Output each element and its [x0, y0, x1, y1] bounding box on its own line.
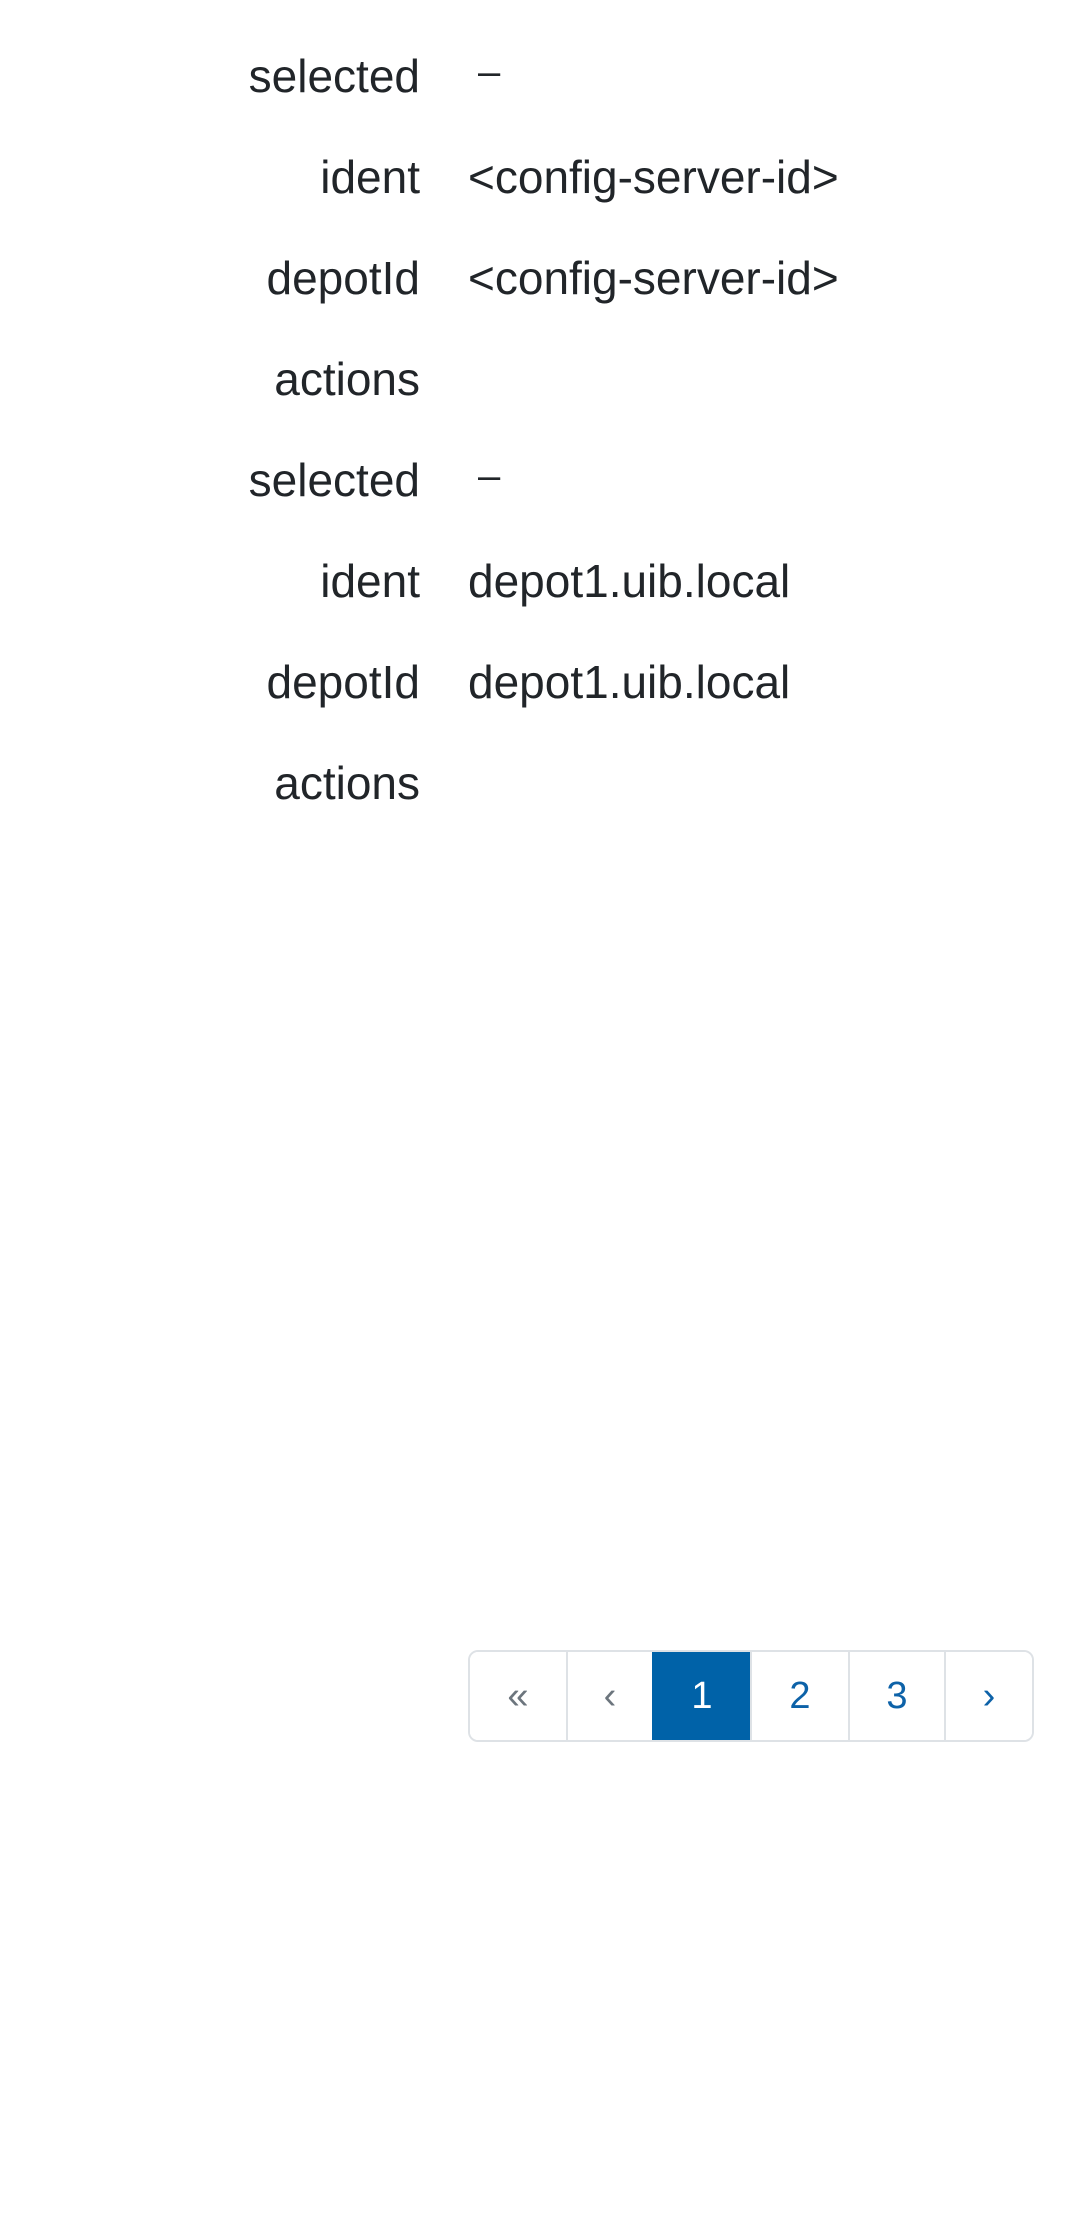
page: selected – ident <config-server-id> depo…: [0, 0, 1080, 2220]
page-2-button[interactable]: 2: [750, 1652, 848, 1740]
field-label: selected: [248, 50, 420, 102]
field-label: ident: [320, 555, 420, 607]
table-record: selected – ident depot1.uib.local depotI…: [0, 444, 1080, 848]
field-row-selected: selected –: [0, 40, 1080, 141]
field-label: actions: [274, 353, 420, 405]
previous-page-button[interactable]: ‹: [566, 1652, 652, 1740]
field-row-actions: actions: [0, 343, 1080, 444]
field-row-depotid: depotId <config-server-id>: [0, 242, 1080, 343]
depotid-value: <config-server-id>: [468, 252, 839, 304]
table-record: selected – ident <config-server-id> depo…: [0, 40, 1080, 444]
field-label: selected: [248, 454, 420, 506]
field-row-ident: ident depot1.uib.local: [0, 545, 1080, 646]
first-page-button[interactable]: «: [470, 1652, 566, 1740]
field-row-actions: actions: [0, 747, 1080, 848]
selected-value[interactable]: –: [478, 40, 500, 104]
selected-value[interactable]: –: [478, 444, 500, 508]
field-label: depotId: [266, 252, 420, 304]
ident-value: depot1.uib.local: [468, 555, 791, 607]
field-row-selected: selected –: [0, 444, 1080, 545]
pagination: « ‹ 1 2 3 ›: [468, 1650, 1034, 1742]
field-label: ident: [320, 151, 420, 203]
page-3-button[interactable]: 3: [848, 1652, 944, 1740]
field-label: depotId: [266, 656, 420, 708]
depotid-value: depot1.uib.local: [468, 656, 791, 708]
field-label: actions: [274, 757, 420, 809]
next-page-button[interactable]: ›: [944, 1652, 1032, 1740]
page-1-button[interactable]: 1: [652, 1652, 750, 1740]
ident-value: <config-server-id>: [468, 151, 839, 203]
field-row-depotid: depotId depot1.uib.local: [0, 646, 1080, 747]
field-row-ident: ident <config-server-id>: [0, 141, 1080, 242]
